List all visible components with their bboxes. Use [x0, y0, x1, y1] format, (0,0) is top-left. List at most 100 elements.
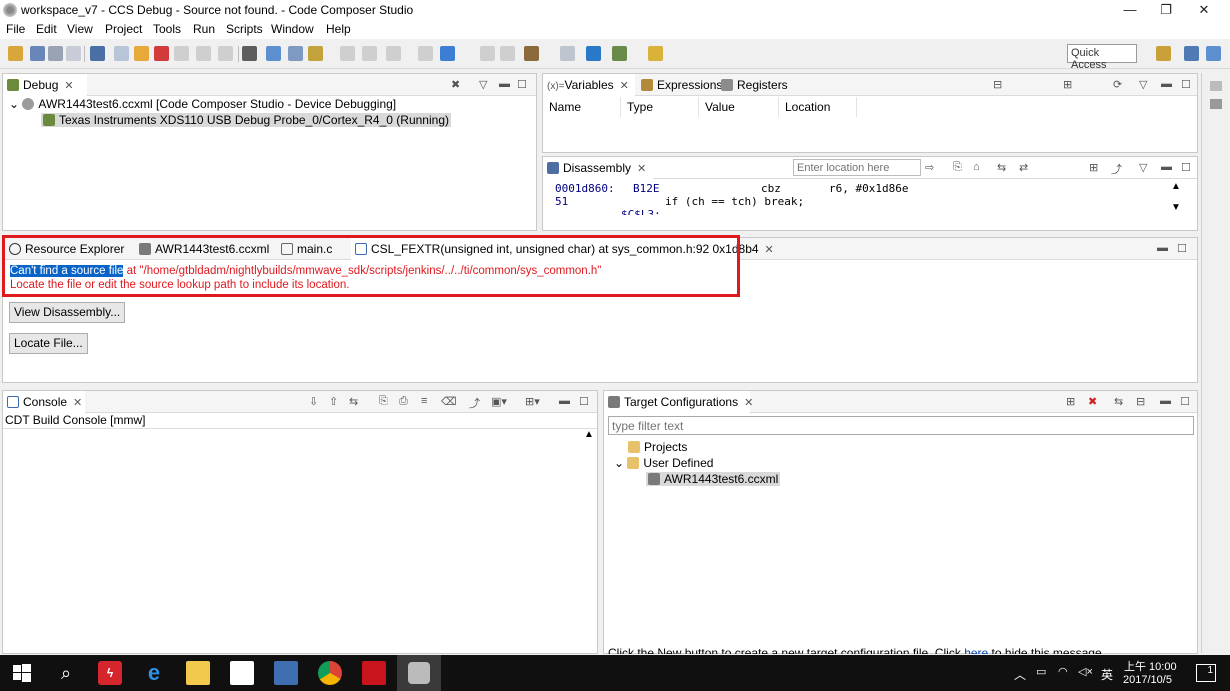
tab-variables[interactable]: (x)=Variables ✕: [543, 74, 635, 96]
menu-view[interactable]: View: [67, 22, 93, 36]
maximize-view-icon[interactable]: ☐: [1180, 395, 1190, 408]
taskbar-active-app[interactable]: [397, 655, 441, 691]
step-return-icon[interactable]: [218, 46, 233, 61]
search-icon[interactable]: [586, 46, 601, 61]
new-icon[interactable]: [8, 46, 23, 61]
hide-message-link[interactable]: here: [964, 646, 988, 654]
minimize-button[interactable]: —: [1112, 0, 1148, 20]
close-tab-icon[interactable]: ✕: [744, 397, 753, 409]
new-expression-icon[interactable]: ⊞: [1063, 78, 1072, 91]
acrobat-icon[interactable]: [362, 661, 386, 685]
pin-console-icon[interactable]: ⤴: [469, 395, 480, 411]
clock-date[interactable]: 2017/10/5: [1123, 674, 1172, 686]
connect-icon[interactable]: [362, 46, 377, 61]
file-explorer-icon[interactable]: [186, 661, 210, 685]
close-tab-icon[interactable]: ✕: [765, 244, 774, 256]
scroll-lock-down-icon[interactable]: ⇩: [309, 395, 318, 408]
new-target-config-icon[interactable]: ⊞: [1066, 395, 1075, 408]
scroll-lock-up-icon[interactable]: ⇧: [329, 395, 338, 408]
open-console-icon[interactable]: ⊞▾: [525, 395, 540, 408]
show-source-icon[interactable]: ⎘: [953, 161, 962, 174]
prev-annotation-icon[interactable]: [500, 46, 515, 61]
load-program-icon[interactable]: [308, 46, 323, 61]
maximize-view-icon[interactable]: ☐: [1181, 161, 1191, 174]
close-tab-icon[interactable]: ✕: [73, 397, 82, 409]
disconnect-icon[interactable]: [386, 46, 401, 61]
tab-disassembly[interactable]: Disassembly ✕: [543, 157, 653, 179]
tree-item-user-defined[interactable]: ⌄ User Defined: [614, 456, 713, 470]
instruction-step-icon[interactable]: [266, 46, 281, 61]
menu-scripts[interactable]: Scripts: [226, 22, 263, 36]
sync-icon[interactable]: ⇄: [1019, 161, 1028, 174]
collapse-all-icon[interactable]: ⊟: [993, 78, 1002, 91]
minimize-view-icon[interactable]: ▬: [1161, 78, 1172, 90]
remove-all-terminated-icon[interactable]: ✖: [451, 78, 460, 91]
print-icon[interactable]: [66, 46, 81, 61]
minimize-view-icon[interactable]: ▬: [499, 78, 510, 90]
tab-console[interactable]: Console ✕: [3, 391, 85, 413]
quick-access-input[interactable]: Quick Access: [1067, 44, 1137, 71]
battery-icon[interactable]: ▭: [1036, 665, 1046, 678]
link-editor-icon[interactable]: ⇆: [1114, 395, 1123, 408]
ccs-debug-perspective-icon[interactable]: [1206, 46, 1221, 61]
view-menu-icon[interactable]: ▽: [1139, 78, 1147, 91]
tree-item-ccxml[interactable]: AWR1443test6.ccxml: [646, 472, 781, 486]
menu-window[interactable]: Window: [271, 22, 314, 36]
scroll-up-icon[interactable]: ▲: [584, 429, 594, 440]
menu-tools[interactable]: Tools: [153, 22, 181, 36]
tab-csl-fextr[interactable]: CSL_FEXTR(unsigned int, unsigned char) a…: [351, 238, 774, 260]
restart-icon[interactable]: [340, 46, 355, 61]
remote-desktop-icon[interactable]: [274, 661, 298, 685]
maximize-view-icon[interactable]: ☐: [1177, 242, 1187, 255]
close-tab-icon[interactable]: ✕: [637, 163, 646, 175]
view-menu-icon[interactable]: ▽: [479, 78, 487, 91]
tree-item-projects[interactable]: Projects: [628, 440, 687, 454]
locate-file-button[interactable]: Locate File...: [9, 333, 88, 354]
menu-file[interactable]: File: [6, 22, 25, 36]
display-console-icon[interactable]: ▣▾: [491, 395, 507, 408]
breakpoints-view-icon[interactable]: [1210, 99, 1222, 109]
menu-edit[interactable]: Edit: [36, 22, 57, 36]
step-over-icon[interactable]: [196, 46, 211, 61]
notification-center-icon[interactable]: 1: [1196, 664, 1216, 682]
copy-icon[interactable]: ⎘: [379, 395, 388, 408]
tab-ccxml[interactable]: AWR1443test6.ccxml: [135, 238, 275, 260]
close-tab-icon[interactable]: ✕: [620, 80, 629, 92]
clear-console-icon[interactable]: ⌫: [441, 395, 457, 408]
home-icon[interactable]: ⌂: [973, 161, 980, 173]
cpu-reset-icon[interactable]: [418, 46, 433, 61]
menu-run[interactable]: Run: [193, 22, 215, 36]
reset-icon[interactable]: [288, 46, 303, 61]
restore-button[interactable]: ❐: [1148, 0, 1184, 20]
view-menu-icon[interactable]: ▽: [1139, 161, 1147, 174]
build-hammer-icon[interactable]: [524, 46, 539, 61]
search-icon[interactable]: ⌕: [54, 661, 78, 685]
save-all-icon[interactable]: [48, 46, 63, 61]
debug-icon[interactable]: [90, 46, 105, 61]
save-icon[interactable]: [30, 46, 45, 61]
clock-time[interactable]: 上午 10:00: [1124, 658, 1177, 674]
menu-project[interactable]: Project: [105, 22, 142, 36]
tab-registers[interactable]: Registers: [717, 74, 809, 96]
location-input[interactable]: [793, 159, 921, 176]
word-wrap-icon[interactable]: ≡: [421, 395, 427, 407]
maximize-view-icon[interactable]: ☐: [579, 395, 589, 408]
tab-target-configurations[interactable]: Target Configurations ✕: [604, 391, 753, 413]
column-type[interactable]: Type: [621, 97, 699, 117]
debug-target-row[interactable]: Texas Instruments XDS110 USB Debug Probe…: [41, 113, 451, 127]
resume-icon[interactable]: [114, 46, 129, 61]
step-into-icon[interactable]: [174, 46, 189, 61]
scroll-down-icon[interactable]: ▼: [1171, 202, 1181, 213]
restore-view-icon[interactable]: [1210, 81, 1222, 91]
minimize-view-icon[interactable]: ▬: [1157, 242, 1168, 254]
edge-browser-icon[interactable]: e: [142, 661, 166, 685]
wifi-icon[interactable]: ◠: [1058, 665, 1068, 678]
minimize-view-icon[interactable]: ▬: [1161, 161, 1172, 173]
windows-start-icon[interactable]: [10, 661, 34, 685]
pin-icon[interactable]: ⤴: [1111, 161, 1122, 177]
refresh-icon[interactable]: ⟳: [1113, 78, 1122, 91]
memory-grid-icon[interactable]: [242, 46, 257, 61]
tab-debug[interactable]: Debug ✕: [3, 74, 87, 96]
debug-session-row[interactable]: ⌄ AWR1443test6.ccxml [Code Composer Stud…: [9, 97, 396, 111]
view-disassembly-button[interactable]: View Disassembly...: [9, 302, 126, 323]
